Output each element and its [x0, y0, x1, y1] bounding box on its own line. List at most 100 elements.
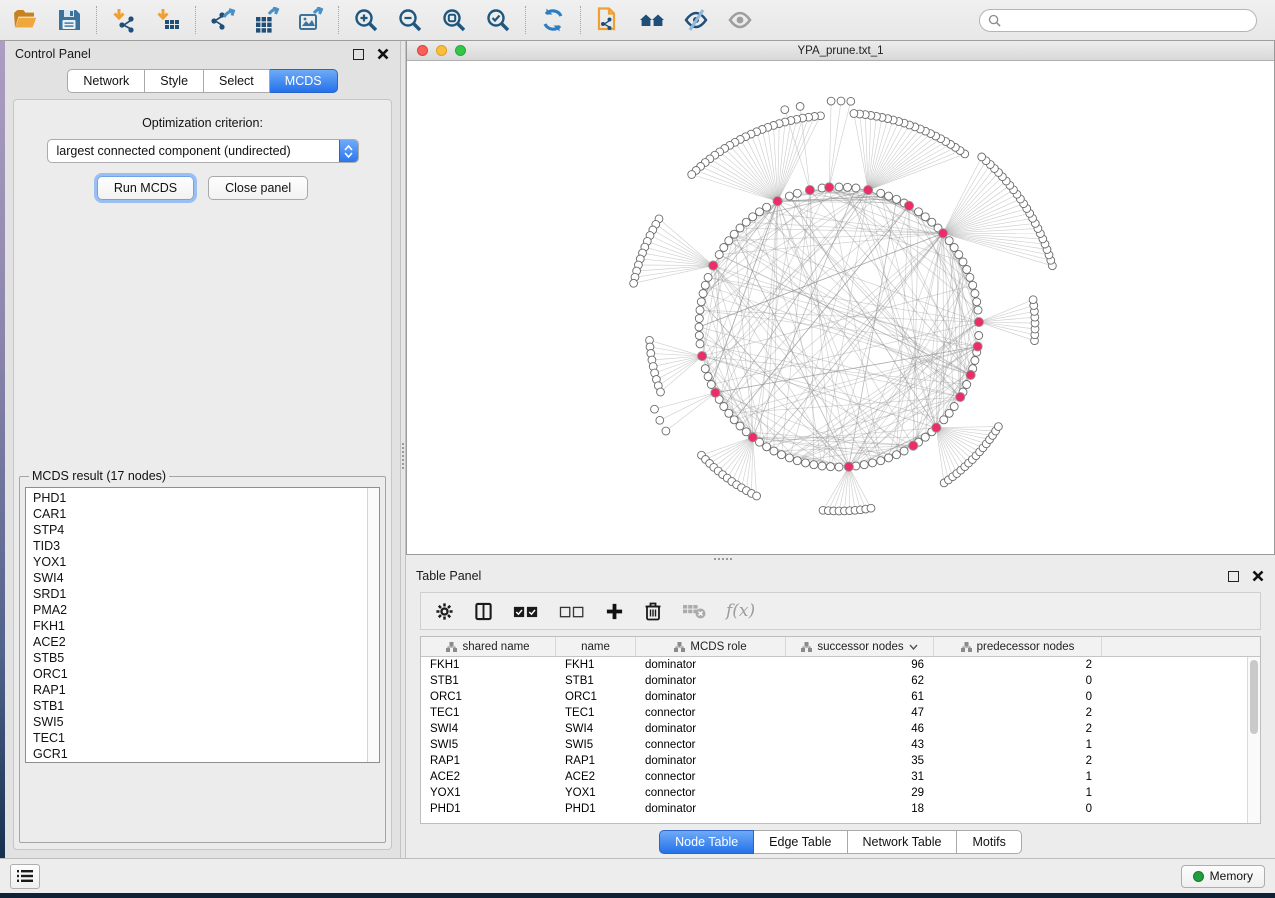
export-image-icon[interactable]: [298, 7, 324, 33]
mcds-result-item[interactable]: PHD1: [33, 490, 367, 506]
network-hub-node[interactable]: [864, 186, 873, 195]
mcds-result-item[interactable]: FKH1: [33, 618, 367, 634]
network-node[interactable]: [778, 451, 786, 459]
network-hub-node[interactable]: [698, 352, 707, 361]
network-node[interactable]: [893, 195, 901, 203]
tab-motifs[interactable]: Motifs: [957, 830, 1021, 854]
cell-successor-nodes[interactable]: 62: [786, 673, 934, 689]
cell-shared-name[interactable]: STB1: [421, 673, 556, 689]
network-node[interactable]: [701, 281, 709, 289]
network-node[interactable]: [756, 208, 764, 216]
table-row[interactable]: SWI5SWI5connector431: [421, 737, 1260, 753]
network-node[interactable]: [701, 365, 709, 373]
tab-mcds[interactable]: MCDS: [270, 69, 338, 93]
delete-column-icon[interactable]: [644, 601, 662, 621]
cell-predecessor-nodes[interactable]: 1: [934, 737, 1102, 753]
network-hub-node[interactable]: [973, 342, 982, 351]
table-row[interactable]: PHD1PHD1dominator180: [421, 801, 1260, 817]
network-node[interactable]: [730, 416, 738, 424]
network-node[interactable]: [950, 244, 958, 252]
network-node[interactable]: [959, 258, 967, 266]
network-node[interactable]: [955, 251, 963, 259]
cell-predecessor-nodes[interactable]: 2: [934, 705, 1102, 721]
network-node[interactable]: [695, 332, 703, 340]
network-node[interactable]: [860, 461, 868, 469]
refresh-icon[interactable]: [540, 7, 566, 33]
cell-name[interactable]: SWI4: [556, 721, 636, 737]
zoom-fit-icon[interactable]: [441, 7, 467, 33]
add-column-icon[interactable]: [605, 602, 624, 621]
network-node[interactable]: [852, 184, 860, 192]
network-node[interactable]: [971, 357, 979, 365]
show-details-icon[interactable]: [727, 7, 753, 33]
mcds-result-item[interactable]: ORC1: [33, 666, 367, 682]
network-node[interactable]: [963, 266, 971, 274]
save-icon[interactable]: [56, 7, 82, 33]
network-node[interactable]: [810, 461, 818, 469]
show-columns-icon[interactable]: [474, 602, 493, 621]
cell-shared-name[interactable]: FKH1: [421, 657, 556, 673]
search-input[interactable]: [1006, 13, 1248, 27]
cell-shared-name[interactable]: PHD1: [421, 801, 556, 817]
cell-name[interactable]: TEC1: [556, 705, 636, 721]
network-node[interactable]: [827, 97, 835, 105]
table-row[interactable]: SWI4SWI4dominator462: [421, 721, 1260, 737]
home-network-icon[interactable]: [639, 7, 665, 33]
network-node[interactable]: [963, 381, 971, 389]
cell-mcds-role[interactable]: connector: [636, 705, 786, 721]
network-node[interactable]: [867, 504, 875, 512]
network-node[interactable]: [793, 457, 801, 465]
network-node[interactable]: [940, 416, 948, 424]
import-table-icon[interactable]: [155, 7, 181, 33]
network-node[interactable]: [950, 403, 958, 411]
network-node[interactable]: [695, 323, 703, 331]
cell-name[interactable]: SWI5: [556, 737, 636, 753]
network-hub-node[interactable]: [805, 186, 814, 195]
network-node[interactable]: [850, 110, 858, 118]
tab-node-table[interactable]: Node Table: [659, 830, 754, 854]
mcds-list-scrollbar[interactable]: [367, 488, 379, 762]
table-row[interactable]: ORC1ORC1dominator610: [421, 689, 1260, 705]
cell-successor-nodes[interactable]: 31: [786, 769, 934, 785]
network-node[interactable]: [699, 290, 707, 298]
network-node[interactable]: [869, 459, 877, 467]
mcds-result-item[interactable]: STP4: [33, 522, 367, 538]
network-node[interactable]: [928, 218, 936, 226]
network-node[interactable]: [704, 373, 712, 381]
deselect-all-rows-icon[interactable]: [559, 604, 585, 619]
network-node[interactable]: [742, 218, 750, 226]
cell-name[interactable]: YOX1: [556, 785, 636, 801]
network-node[interactable]: [1029, 296, 1037, 304]
network-node[interactable]: [781, 106, 789, 114]
mcds-result-item[interactable]: STB1: [33, 698, 367, 714]
column-header-name[interactable]: name: [556, 637, 636, 656]
network-node[interactable]: [995, 423, 1003, 431]
table-settings-gear-icon[interactable]: [435, 602, 454, 621]
column-header-successor-nodes[interactable]: successor nodes: [786, 637, 934, 656]
table-row[interactable]: TEC1TEC1connector472: [421, 705, 1260, 721]
cell-successor-nodes[interactable]: 46: [786, 721, 934, 737]
cell-successor-nodes[interactable]: 18: [786, 801, 934, 817]
network-hub-node[interactable]: [748, 433, 757, 442]
network-node[interactable]: [785, 192, 793, 200]
network-node[interactable]: [736, 224, 744, 232]
network-node[interactable]: [945, 409, 953, 417]
network-node[interactable]: [818, 462, 826, 470]
network-node[interactable]: [696, 340, 704, 348]
network-hub-node[interactable]: [909, 441, 918, 450]
network-node[interactable]: [704, 273, 712, 281]
network-node[interactable]: [893, 451, 901, 459]
column-header-shared-name[interactable]: shared name: [421, 637, 556, 656]
search-box[interactable]: [979, 9, 1257, 32]
network-node[interactable]: [844, 183, 852, 191]
mcds-result-item[interactable]: CAR1: [33, 506, 367, 522]
export-table-icon[interactable]: [254, 7, 280, 33]
network-hub-node[interactable]: [709, 261, 718, 270]
network-node[interactable]: [885, 454, 893, 462]
cell-name[interactable]: FKH1: [556, 657, 636, 673]
network-node[interactable]: [763, 203, 771, 211]
cell-successor-nodes[interactable]: 96: [786, 657, 934, 673]
cell-name[interactable]: RAP1: [556, 753, 636, 769]
cell-mcds-role[interactable]: dominator: [636, 721, 786, 737]
mcds-result-item[interactable]: SRD1: [33, 586, 367, 602]
